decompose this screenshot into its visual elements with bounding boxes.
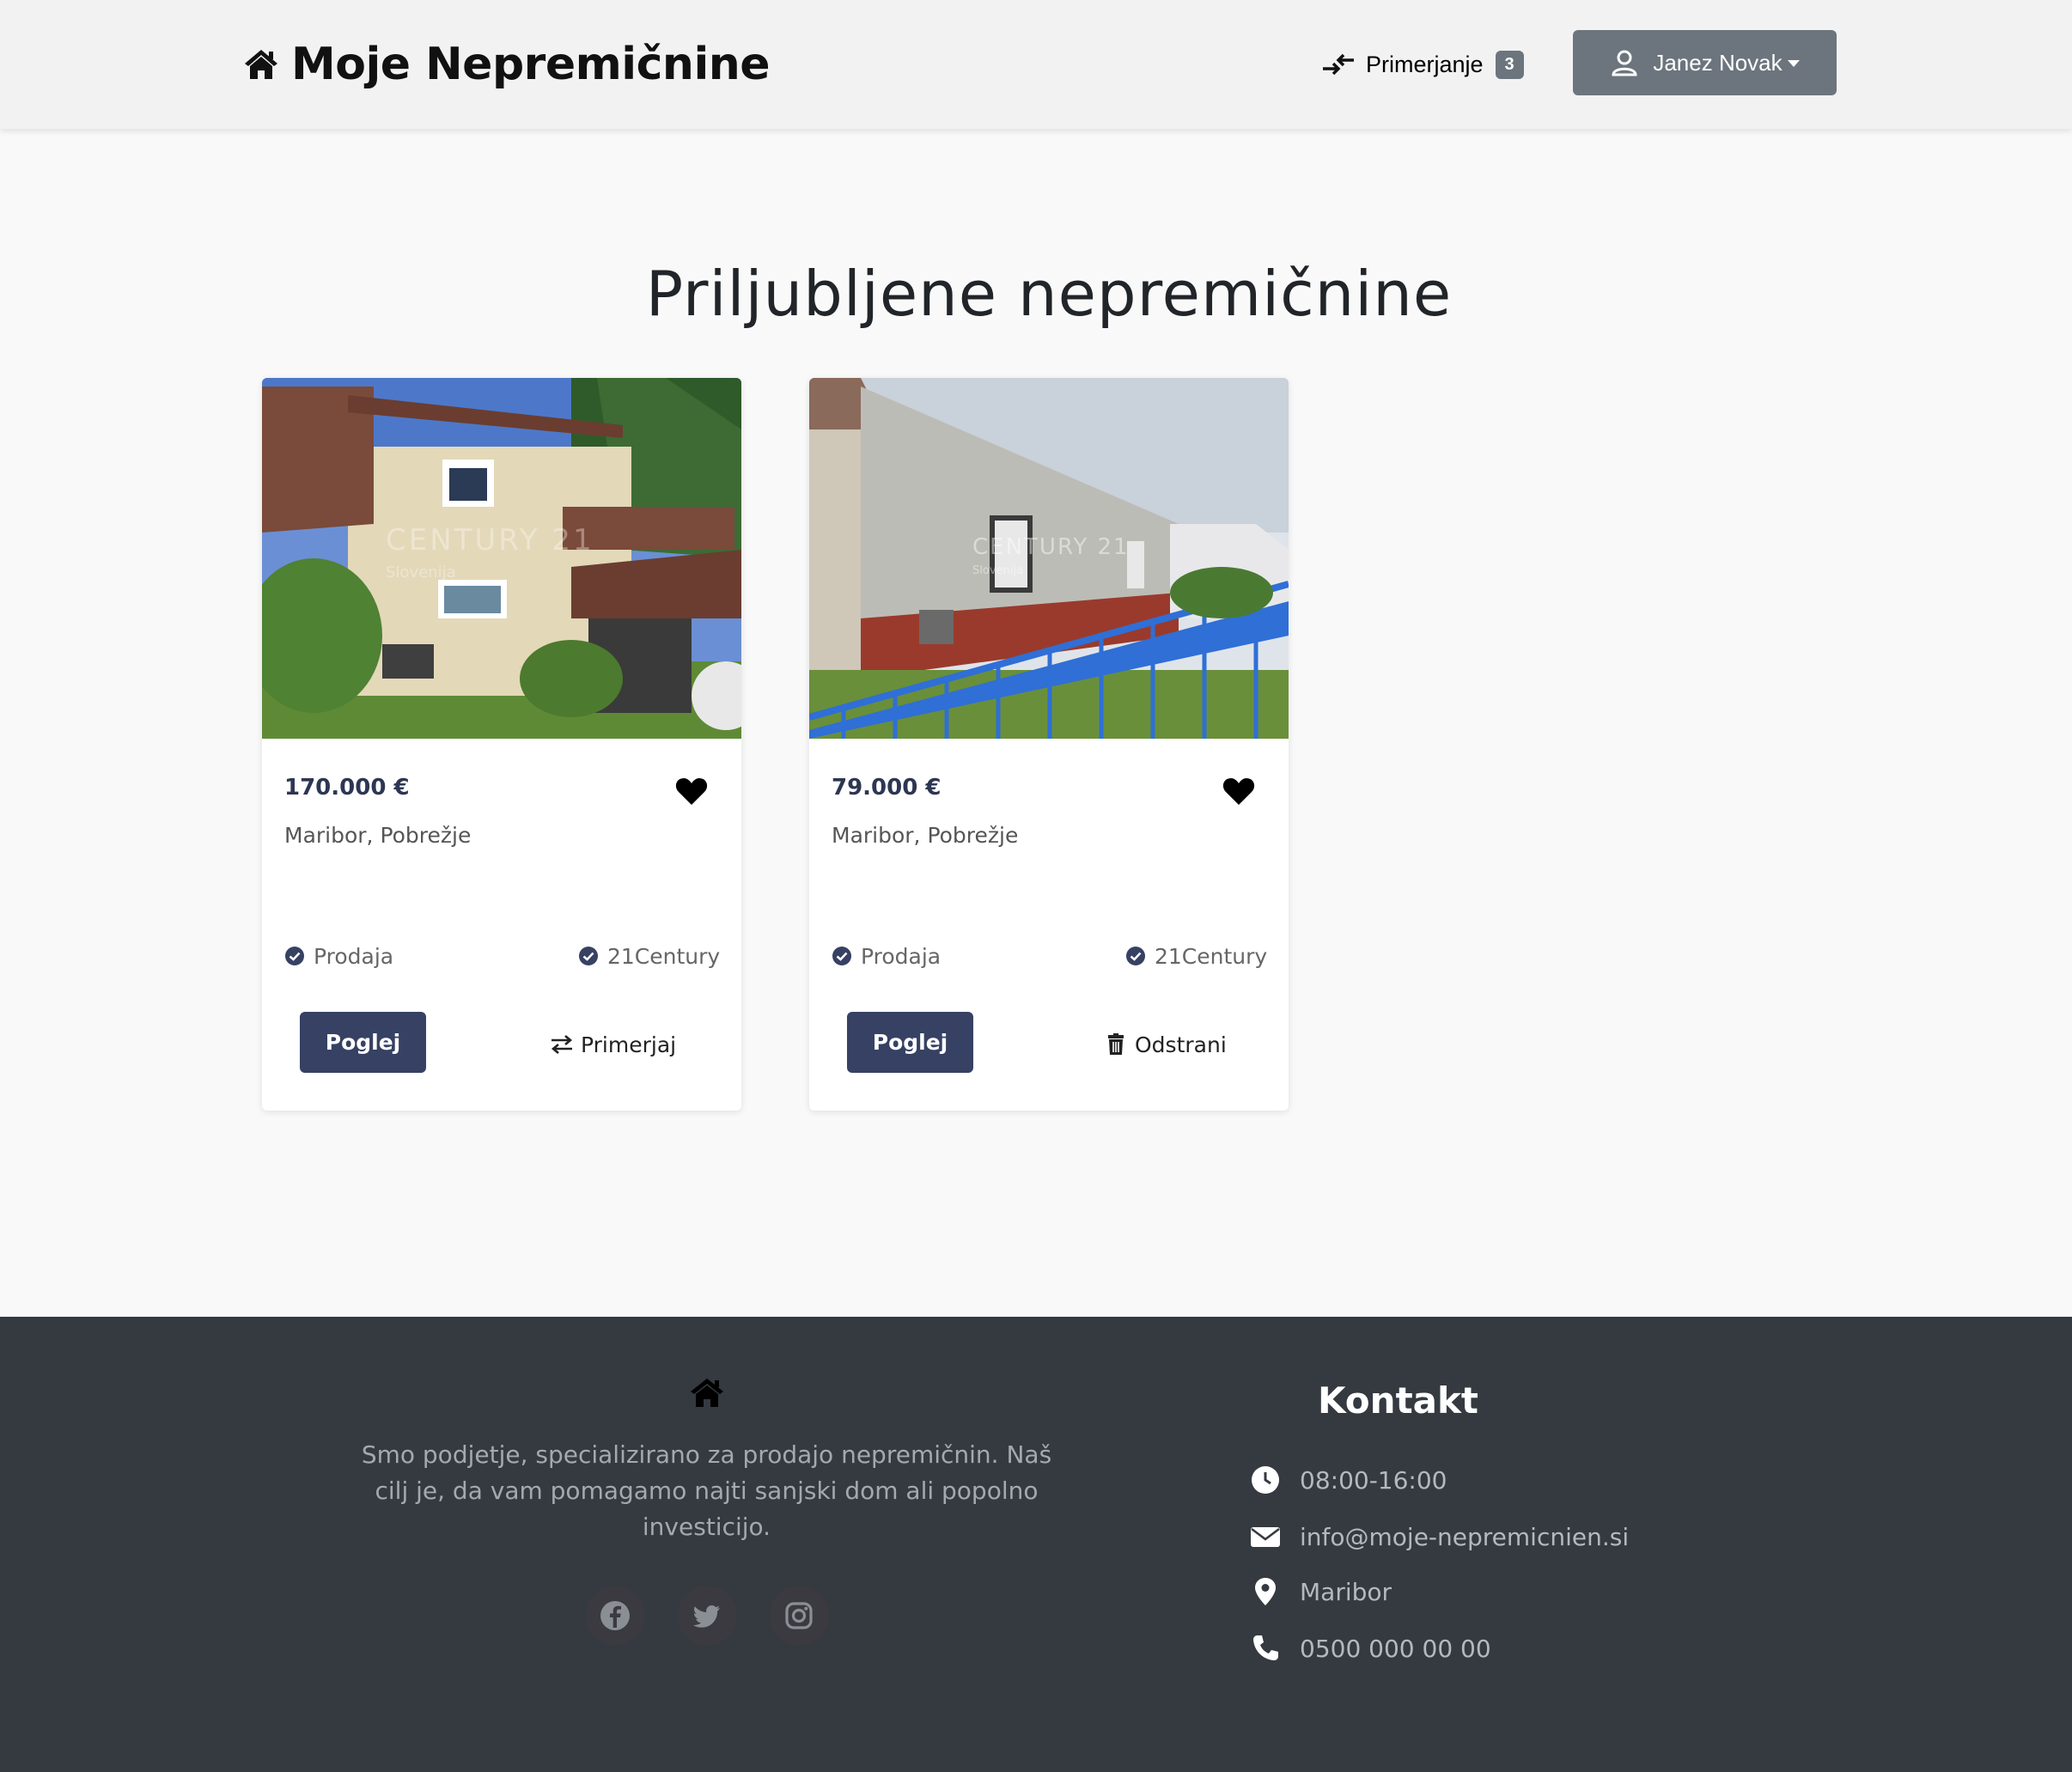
contact-hours: 08:00-16:00 (1250, 1460, 1447, 1500)
contact-title: Kontakt (1318, 1379, 1478, 1422)
heart-icon[interactable] (675, 776, 708, 806)
property-photo-image: CENTURY 21 Slovenija (262, 378, 741, 739)
listing-type-label: Prodaja (861, 943, 942, 969)
envelope-icon (1251, 1527, 1280, 1547)
agency-tag: 21Century (578, 939, 720, 973)
svg-text:CENTURY 21: CENTURY 21 (972, 534, 1130, 560)
brand-title: Moje Nepremičnine (291, 39, 771, 90)
user-menu-button[interactable]: Janez Novak (1573, 30, 1837, 95)
listing-type-label: Prodaja (314, 943, 394, 969)
heart-icon[interactable] (1222, 776, 1255, 806)
compare-count-badge: 3 (1495, 50, 1524, 79)
property-photo-image: CENTURY 21 Slovenija (809, 378, 1289, 739)
property-card: CENTURY 21 Slovenija 170.000 € Maribor, … (262, 378, 741, 1111)
home-icon (245, 50, 277, 79)
user-name: Janez Novak (1653, 49, 1783, 76)
navbar: Moje Nepremičnine Primerjanje 3 Janez No… (0, 0, 2072, 129)
contact-phone[interactable]: 0500 000 00 00 (1250, 1629, 1491, 1668)
contact-hours-text: 08:00-16:00 (1300, 1465, 1447, 1495)
contact-email[interactable]: info@moje-nepremicnien.si (1250, 1517, 1629, 1556)
compare-button[interactable]: Primerjaj (550, 1019, 676, 1070)
page-title: Priljubljene nepremičnine (645, 258, 1453, 330)
listing-type-tag: Prodaja (284, 939, 393, 973)
remove-button[interactable]: Odstrani (1104, 1019, 1227, 1070)
view-button[interactable]: Poglej (300, 1012, 426, 1073)
user-icon (1612, 50, 1637, 76)
check-circle-icon (832, 947, 851, 965)
check-circle-icon (285, 947, 304, 965)
compare-arrows-icon (551, 1035, 573, 1054)
trash-icon (1108, 1033, 1124, 1055)
compare-arrows-icon (1323, 53, 1354, 76)
phone-icon (1253, 1635, 1278, 1660)
contact-email-text: info@moje-nepremicnien.si (1300, 1522, 1630, 1551)
footer: Smo podjetje, specializirano za prodajo … (0, 1317, 2072, 1772)
instagram-link[interactable] (769, 1586, 829, 1646)
svg-text:Slovenija: Slovenija (972, 564, 1023, 577)
instagram-icon (785, 1602, 813, 1629)
compare-label: Primerjanje (1366, 51, 1484, 77)
check-circle-icon (1126, 947, 1145, 965)
home-icon (691, 1379, 723, 1407)
compare-link[interactable]: Primerjanje 3 (1321, 43, 1524, 86)
property-card: CENTURY 21 Slovenija 79.000 € Maribor, P… (809, 378, 1289, 1111)
contact-phone-text: 0500 000 00 00 (1300, 1634, 1491, 1663)
property-photo[interactable]: CENTURY 21 Slovenija (809, 378, 1289, 739)
location-pin-icon (1255, 1578, 1276, 1605)
svg-text:Slovenija: Slovenija (386, 563, 456, 582)
twitter-link[interactable] (677, 1586, 737, 1646)
property-price: 170.000 € (284, 775, 410, 801)
footer-about-text: Smo podjetje, specializirano za prodajo … (361, 1440, 1052, 1541)
property-location: Maribor, Pobrežje (832, 823, 1019, 848)
property-location: Maribor, Pobrežje (284, 823, 472, 848)
agency-label: 21Century (1155, 943, 1268, 969)
brand-link[interactable]: Moje Nepremičnine (243, 34, 771, 94)
agency-label: 21Century (607, 943, 721, 969)
facebook-icon (600, 1601, 630, 1630)
contact-city-text: Maribor (1300, 1577, 1393, 1606)
remove-button-label: Odstrani (1135, 1032, 1227, 1057)
svg-text:CENTURY 21: CENTURY 21 (386, 523, 594, 557)
property-price: 79.000 € (832, 775, 942, 801)
view-button[interactable]: Poglej (847, 1012, 973, 1073)
agency-tag: 21Century (1125, 939, 1267, 973)
chevron-down-icon (1787, 60, 1800, 67)
check-circle-icon (579, 947, 598, 965)
property-photo[interactable]: CENTURY 21 Slovenija (262, 378, 741, 739)
twitter-icon (692, 1605, 720, 1628)
listing-type-tag: Prodaja (832, 939, 941, 973)
compare-button-label: Primerjaj (581, 1032, 677, 1057)
clock-icon (1252, 1466, 1279, 1494)
contact-location: Maribor (1250, 1572, 1392, 1611)
facebook-link[interactable] (585, 1586, 645, 1646)
